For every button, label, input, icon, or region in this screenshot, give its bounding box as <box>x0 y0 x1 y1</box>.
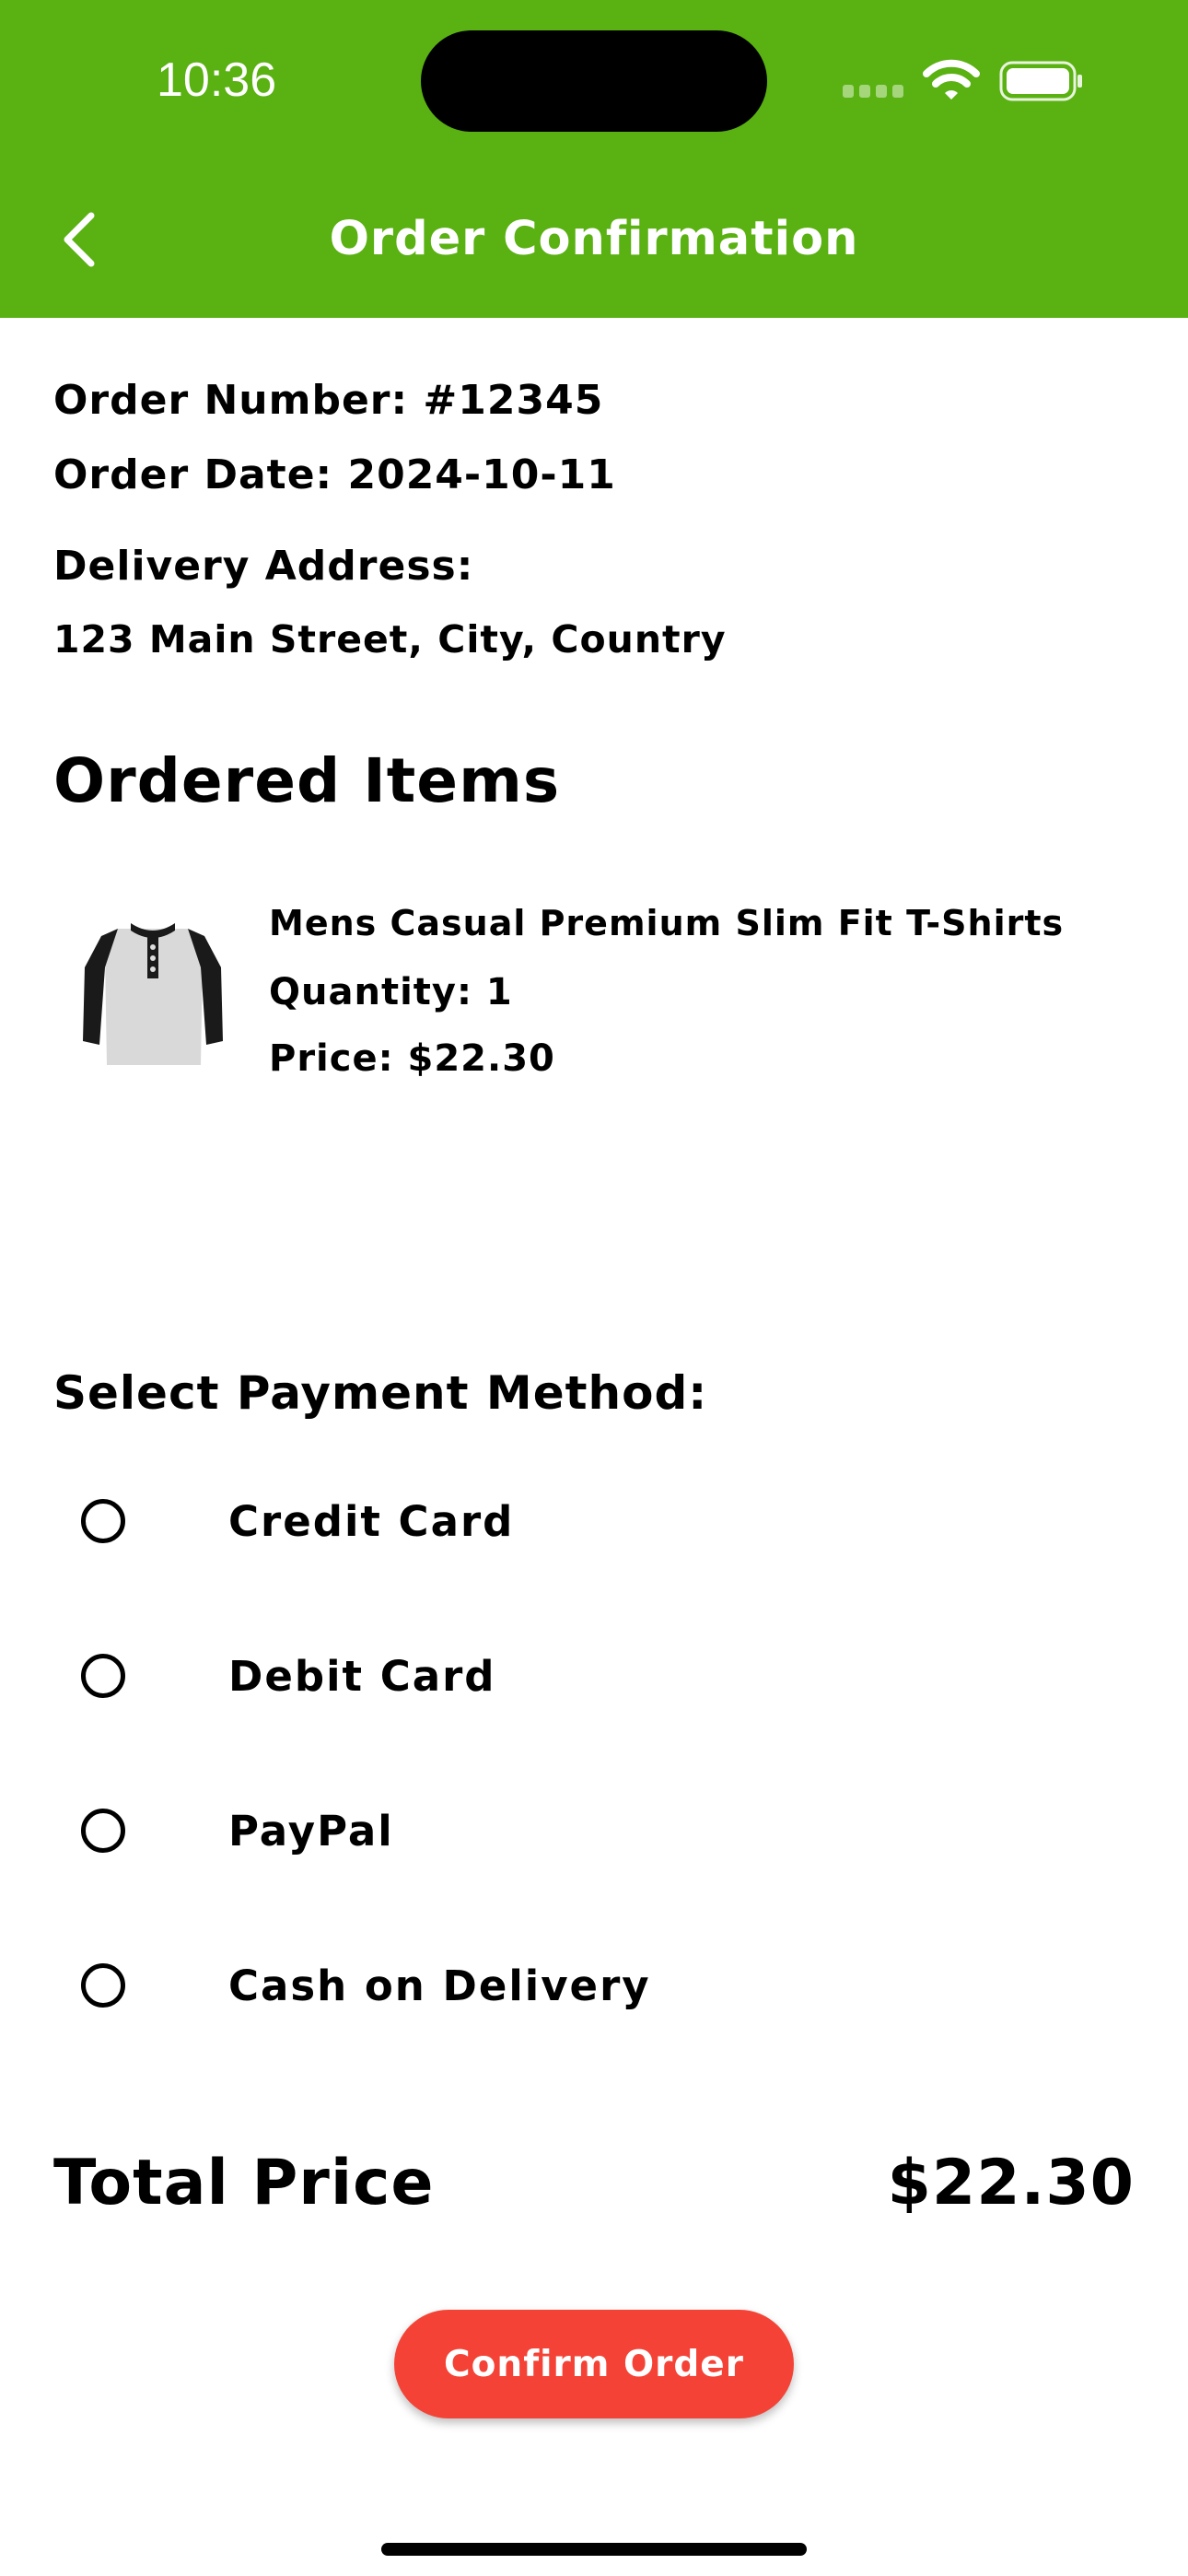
ordered-items-title: Ordered Items <box>53 745 561 816</box>
payment-option-label: Credit Card <box>228 1496 515 1546</box>
radio-button[interactable] <box>81 1963 125 2008</box>
henley-shirt-image <box>83 923 223 1065</box>
total-price-label: Total Price <box>53 2147 435 2219</box>
payment-method-title: Select Payment Method: <box>53 1366 708 1420</box>
payment-option-debit-card[interactable]: Debit Card <box>81 1625 1094 1727</box>
item-price: Price: $22.30 <box>269 1037 555 1080</box>
payment-option-cash-on-delivery[interactable]: Cash on Delivery <box>81 1935 1094 2036</box>
confirm-order-button[interactable]: Confirm Order <box>394 2310 794 2418</box>
home-indicator <box>381 2543 807 2556</box>
radio-button[interactable] <box>81 1499 125 1543</box>
item-name: Mens Casual Premium Slim Fit T-Shirts <box>269 903 1065 943</box>
app-header: 10:36 Order Confirmation <box>0 0 1188 318</box>
item-quantity: Quantity: 1 <box>269 971 513 1013</box>
payment-option-label: Debit Card <box>228 1651 496 1701</box>
order-number: Order Number: #12345 <box>53 377 604 424</box>
radio-button[interactable] <box>81 1809 125 1853</box>
cellular-signal-icon <box>843 85 903 98</box>
wifi-icon <box>923 59 980 100</box>
payment-option-label: Cash on Delivery <box>228 1961 651 2010</box>
order-date: Order Date: 2024-10-11 <box>53 451 616 498</box>
delivery-address: 123 Main Street, City, Country <box>53 617 727 662</box>
total-price-value: $22.30 <box>887 2147 1135 2219</box>
radio-button[interactable] <box>81 1654 125 1698</box>
payment-option-paypal[interactable]: PayPal <box>81 1780 1094 1881</box>
dynamic-island <box>421 30 767 132</box>
delivery-address-label: Delivery Address: <box>53 543 474 590</box>
page-title: Order Confirmation <box>329 212 859 266</box>
battery-icon <box>999 61 1082 101</box>
payment-option-credit-card[interactable]: Credit Card <box>81 1470 1094 1572</box>
payment-option-label: PayPal <box>228 1806 394 1856</box>
status-time: 10:36 <box>157 53 277 107</box>
